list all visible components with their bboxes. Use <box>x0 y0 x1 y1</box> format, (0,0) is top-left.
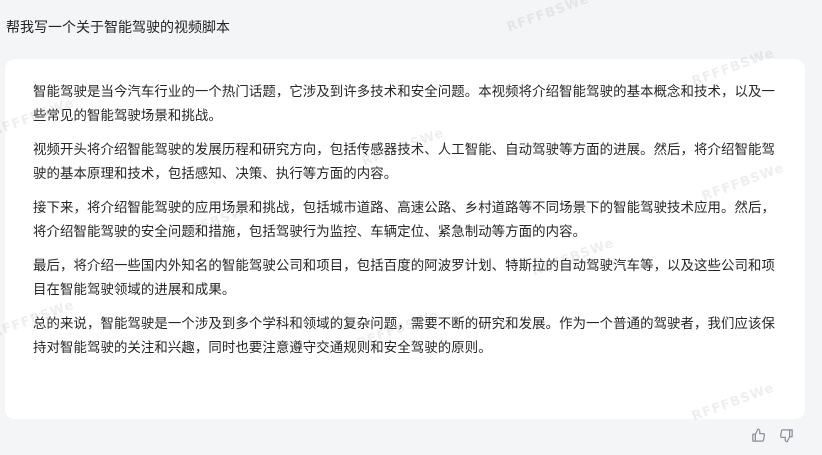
user-prompt: 帮我写一个关于智能驾驶的视频脚本 <box>6 20 230 36</box>
response-paragraph: 智能驾驶是当今汽车行业的一个热门话题，它涉及到许多技术和安全问题。本视频将介绍智… <box>33 85 775 124</box>
assistant-response-card: 智能驾驶是当今汽车行业的一个热门话题，它涉及到许多技术和安全问题。本视频将介绍智… <box>5 59 805 419</box>
response-paragraph: 总的来说，智能驾驶是一个涉及到多个学科和领域的复杂问题，需要不断的研究和发展。作… <box>33 317 775 356</box>
dislike-button[interactable] <box>778 427 794 443</box>
response-paragraph: 接下来，将介绍智能驾驶的应用场景和挑战，包括城市道路、高速公路、乡村道路等不同场… <box>33 201 775 240</box>
response-paragraph: 视频开头将介绍智能驾驶的发展历程和研究方向，包括传感器技术、人工智能、自动驾驶等… <box>33 143 775 182</box>
thumbs-down-icon <box>779 428 793 442</box>
feedback-bar <box>750 427 794 443</box>
response-paragraph: 最后，将介绍一些国内外知名的智能驾驶公司和项目，包括百度的阿波罗计划、特斯拉的自… <box>33 259 775 298</box>
watermark-text: RFFFBSWe <box>505 0 592 36</box>
like-button[interactable] <box>750 427 766 443</box>
thumbs-up-icon <box>751 428 765 442</box>
